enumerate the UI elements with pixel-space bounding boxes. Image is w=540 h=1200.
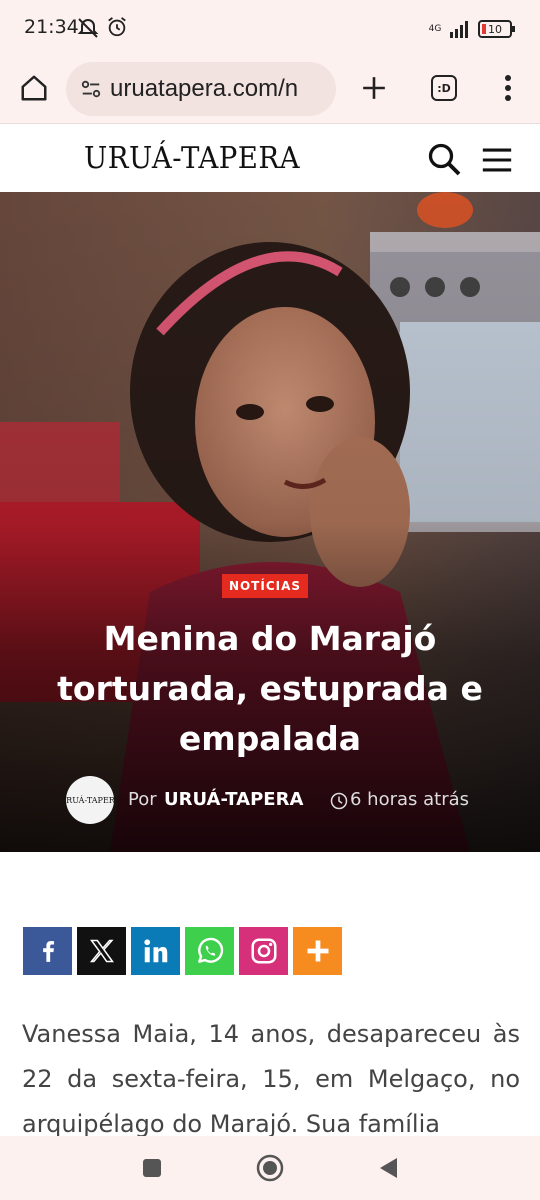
whatsapp-icon xyxy=(197,937,223,963)
site-settings-icon[interactable] xyxy=(80,78,102,100)
address-bar[interactable]: uruatapera.com/n xyxy=(66,62,336,116)
home-button[interactable] xyxy=(14,68,54,108)
back-button[interactable] xyxy=(372,1152,404,1184)
category-badge[interactable]: NOTÍCIAS xyxy=(222,574,308,598)
avatar-logo: URUÁ-TAPERA xyxy=(66,795,114,805)
new-tab-icon xyxy=(363,77,385,99)
recents-square-icon xyxy=(143,1159,161,1177)
search-icon[interactable] xyxy=(426,141,462,177)
article-body-text: Vanessa Maia, 14 anos, desapareceu às 22… xyxy=(22,1020,520,1138)
article-hero: NOTÍCIAS Menina do Marajó torturada, est… xyxy=(0,192,540,852)
back-triangle-icon xyxy=(380,1158,397,1178)
alarm-icon xyxy=(108,17,126,37)
status-right-group: 4G 10 xyxy=(428,16,515,42)
battery-level: 10 xyxy=(488,22,502,36)
instagram-icon xyxy=(251,938,276,964)
author-link[interactable]: URUÁ-TAPERA xyxy=(164,789,303,810)
recents-button[interactable] xyxy=(136,1152,168,1184)
home-circle-icon xyxy=(256,1154,284,1182)
battery-icon: 10 xyxy=(478,20,515,38)
site-header: URUÁ-TAPERA xyxy=(0,125,540,192)
whatsapp-share-button[interactable] xyxy=(185,927,234,975)
status-time: 21:34 xyxy=(24,16,79,38)
hamburger-menu-icon[interactable] xyxy=(480,143,514,177)
linkedin-icon xyxy=(143,939,167,963)
facebook-icon xyxy=(42,941,54,962)
signal-icon xyxy=(450,21,468,38)
more-share-button[interactable] xyxy=(293,927,342,975)
clock-icon xyxy=(330,792,348,810)
system-nav-bar xyxy=(0,1136,540,1200)
x-icon xyxy=(89,939,114,963)
instagram-share-button[interactable] xyxy=(239,927,288,975)
browser-menu-button[interactable] xyxy=(488,68,528,108)
article-title: Menina do Marajó torturada, estuprada e … xyxy=(57,619,483,758)
facebook-share-button[interactable] xyxy=(23,927,72,975)
new-tab-button[interactable] xyxy=(352,66,396,110)
share-buttons xyxy=(23,927,342,975)
linkedin-share-button[interactable] xyxy=(131,927,180,975)
more-icon xyxy=(505,75,511,101)
tabs-icon: :D xyxy=(431,75,457,101)
browser-toolbar: uruatapera.com/n :D xyxy=(0,56,540,124)
byline-prefix: Por xyxy=(128,789,157,810)
home-icon xyxy=(21,75,47,101)
tab-switcher-button[interactable]: :D xyxy=(424,68,464,108)
published-time: 6 horas atrás xyxy=(350,789,470,810)
avatar[interactable]: URUÁ-TAPERA xyxy=(66,776,114,824)
x-share-button[interactable] xyxy=(77,927,126,975)
site-logo[interactable]: URUÁ-TAPERA xyxy=(84,141,300,176)
plus-icon xyxy=(307,940,328,962)
home-nav-button[interactable] xyxy=(254,1152,286,1184)
mute-icon xyxy=(77,18,99,38)
url-text[interactable]: uruatapera.com/n xyxy=(110,75,298,103)
network-label: 4G xyxy=(428,23,442,34)
byline: URUÁ-TAPERA Por URUÁ-TAPERA 6 horas atrá… xyxy=(66,776,506,824)
status-bar: 21:34 4G 10 xyxy=(0,0,540,56)
